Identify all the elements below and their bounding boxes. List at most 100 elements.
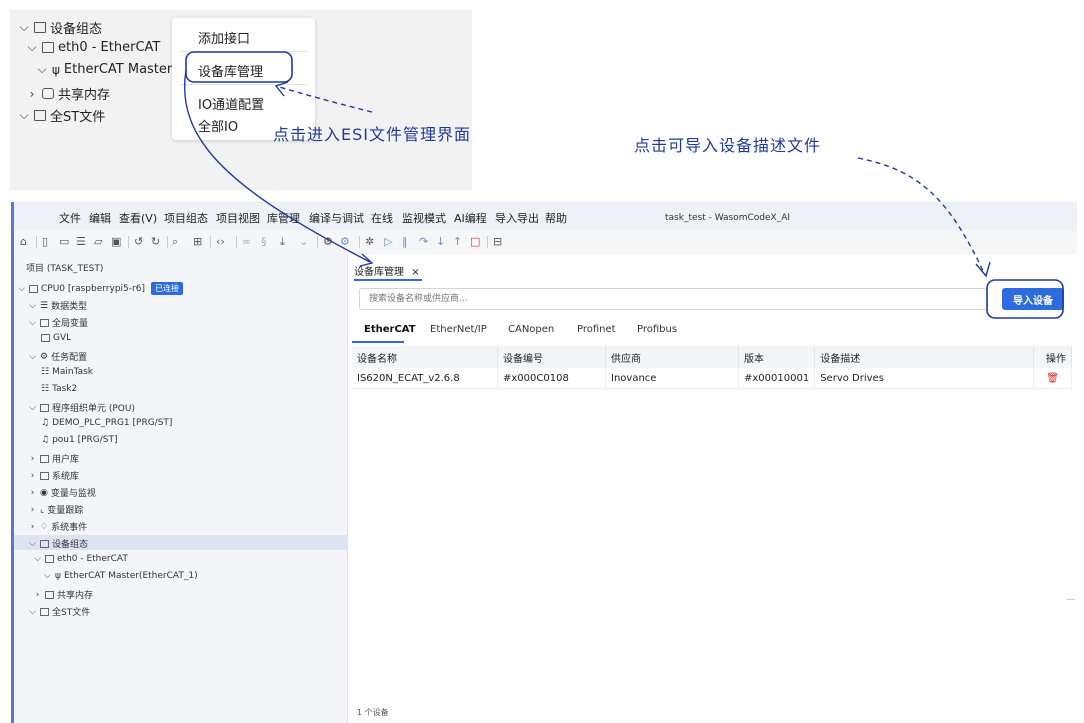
tree-item-maintask[interactable]: ☷ MainTask — [41, 367, 93, 377]
tree-item-st-files[interactable]: ⌵ 全ST文件 — [18, 106, 105, 125]
folder-icon[interactable]: ▱ — [94, 235, 102, 248]
plug-icon: ψ — [52, 62, 60, 77]
tree-item-eth0[interactable]: ⌵ eth0 - EtherCAT — [33, 554, 128, 564]
toolbar-separator — [128, 236, 129, 248]
tab-device-library[interactable]: 设备库管理 × — [354, 263, 420, 278]
column-header[interactable]: 版本 — [738, 346, 816, 368]
tab-profibus[interactable]: Profibus — [637, 324, 677, 335]
table-header-row: 设备名称 设备编号 供应商 版本 设备描述 操作 — [352, 346, 1072, 368]
tree-item-task-config[interactable]: ⌵ ⚙ 任务配置 — [28, 350, 87, 364]
tree-item-device-config[interactable]: ⌵ 设备组态 — [18, 18, 102, 37]
tree-item-label: 变量与监视 — [50, 489, 96, 499]
settings-icon[interactable]: ⚙ — [340, 235, 350, 248]
tree-item-label: 变量跟踪 — [47, 506, 84, 516]
list-icon[interactable]: ☰ — [76, 235, 86, 248]
search-icon[interactable]: ⌕ — [172, 235, 178, 249]
device-config-icon — [40, 539, 49, 548]
bell-icon: ♢ — [40, 521, 49, 532]
pause-icon[interactable]: ‖ — [402, 235, 408, 248]
tree-item-task2[interactable]: ☷ Task2 — [41, 384, 77, 394]
column-header[interactable]: 设备名称 — [352, 346, 498, 368]
menu-online[interactable]: 在线 — [371, 210, 393, 226]
step-over-icon[interactable]: ↷ — [419, 235, 428, 248]
run-icon[interactable]: ▷ — [384, 235, 392, 248]
menu-item-device-library[interactable]: 设备库管理 — [198, 61, 263, 80]
stop-icon[interactable]: □ — [470, 235, 480, 248]
tree-item-gvl[interactable]: GVL — [41, 333, 71, 343]
menu-help[interactable]: 帮助 — [545, 210, 567, 226]
tree-item-system-events[interactable]: › ♢ 系统事件 — [28, 520, 87, 534]
debug-icon[interactable]: ✲ — [365, 235, 374, 248]
table-row[interactable]: IS620N_ECAT_v2.6.8 #x000C0108 Inovance #… — [352, 368, 1072, 389]
redo-icon[interactable]: ↻ — [151, 235, 160, 248]
undo-icon[interactable]: ↺ — [134, 235, 143, 248]
new-icon[interactable]: ▯ — [42, 235, 48, 248]
tree-item-trace[interactable]: › ⌞ 变量跟踪 — [28, 503, 84, 517]
download-icon[interactable]: ⤓ — [280, 235, 285, 249]
menu-item-io-channel[interactable]: IO通道配置 — [198, 94, 264, 113]
menu-project-config[interactable]: 项目组态 — [164, 210, 208, 226]
step-out-icon[interactable]: ↑ — [453, 235, 462, 248]
tree-item-device-config[interactable]: ⌵ 设备组态 — [28, 537, 88, 551]
database-icon — [41, 334, 50, 342]
menu-edit[interactable]: 编辑 — [89, 210, 111, 226]
menu-compile-debug[interactable]: 编译与调试 — [309, 210, 364, 226]
tab-canopen[interactable]: CANopen — [508, 324, 554, 335]
tree-item-user-library[interactable]: › 用户库 — [28, 452, 79, 466]
tree-item-ethercat-master[interactable]: ⌵ ψ EtherCAT Master( — [36, 62, 177, 77]
menu-separator — [180, 51, 307, 52]
menu-item-add-interface[interactable]: 添加接口 — [198, 28, 250, 47]
menu-file[interactable]: 文件 — [59, 210, 81, 226]
tree-item-pou1[interactable]: ♫ pou1 [PRG/ST] — [41, 435, 118, 445]
tree-item-pou[interactable]: ⌵ 程序组织单元 (POU) — [28, 401, 135, 415]
unlink-icon[interactable]: § — [261, 235, 267, 248]
code-icon[interactable]: ‹› — [216, 235, 225, 248]
tree-item-data-types[interactable]: ⌵ ☰ 数据类型 — [28, 299, 87, 313]
column-header[interactable]: 设备编号 — [497, 346, 606, 368]
tree-item-demo-plc-prg1[interactable]: ♫ DEMO_PLC_PRG1 [PRG/ST] — [41, 418, 172, 428]
gear-icon[interactable]: ⚙ — [323, 235, 333, 248]
menu-ai[interactable]: AI编程 — [454, 210, 487, 226]
column-header[interactable]: 供应商 — [605, 346, 739, 368]
link-icon[interactable]: ∞ — [242, 235, 251, 248]
tree-item-global-vars[interactable]: ⌵ 全局变量 — [28, 316, 88, 330]
import-device-button[interactable]: 导入设备 — [1002, 288, 1064, 310]
toolbar-separator — [317, 236, 318, 248]
tree-item-system-library[interactable]: › 系统库 — [28, 469, 79, 483]
chevron-down-icon: ⌵ — [29, 538, 36, 549]
menu-view[interactable]: 查看(V) — [119, 210, 157, 226]
disk-icon[interactable]: ▣ — [111, 235, 121, 248]
tree-item-ethercat-master[interactable]: ⌵ ψ EtherCAT Master(EtherCAT_1) — [43, 571, 198, 581]
delete-icon[interactable]: 🗑 — [1033, 368, 1072, 389]
home-icon[interactable]: ⌂ — [20, 235, 27, 248]
menu-import-export[interactable]: 导入导出 — [495, 210, 539, 226]
tree-item-st-files[interactable]: ⌵ 全ST文件 — [28, 605, 90, 619]
menu-monitor[interactable]: 监视模式 — [402, 210, 446, 226]
tree-item-cpu[interactable]: ⌵ CPU0 [raspberrypi5-r6] 已连接 — [17, 282, 183, 295]
cell-device-name: IS620N_ECAT_v2.6.8 — [352, 368, 498, 389]
step-into-icon[interactable]: ↓ — [436, 235, 445, 248]
database-icon — [42, 88, 54, 99]
tab-ethercat[interactable]: EtherCAT — [364, 324, 416, 335]
search-input[interactable] — [359, 288, 988, 310]
package-icon[interactable]: ⊟ — [493, 235, 502, 248]
tree-item-eth0[interactable]: ⌵ eth0 - EtherCAT — [26, 40, 160, 55]
tab-profinet[interactable]: Profinet — [577, 324, 616, 335]
structure-icon[interactable]: ⊞ — [193, 235, 202, 248]
column-header[interactable]: 设备描述 — [814, 346, 1035, 368]
save-icon[interactable]: ▭ — [59, 235, 69, 248]
dropdown-icon[interactable]: ⌄ — [299, 235, 308, 248]
tab-ethernet-ip[interactable]: EtherNet/IP — [430, 324, 487, 335]
menu-project-view[interactable]: 项目视图 — [216, 210, 260, 226]
menu-item-all-io[interactable]: 全部IO — [198, 116, 238, 135]
tree-item-label: Task2 — [52, 384, 78, 394]
cell-version: #x00010001 — [738, 368, 816, 389]
column-header[interactable]: 操作 — [1033, 346, 1072, 368]
close-icon[interactable]: × — [411, 267, 419, 278]
tree-item-shared-memory[interactable]: › 共享内存 — [26, 84, 110, 104]
tree-item-shared-memory[interactable]: › 共享内存 — [33, 588, 93, 602]
tree-item-label: pou1 [PRG/ST] — [52, 435, 118, 445]
menu-library[interactable]: 库管理 — [267, 210, 300, 226]
tree-item-watch[interactable]: › ◉ 变量与监视 — [28, 486, 96, 500]
tab-underline — [352, 341, 404, 343]
